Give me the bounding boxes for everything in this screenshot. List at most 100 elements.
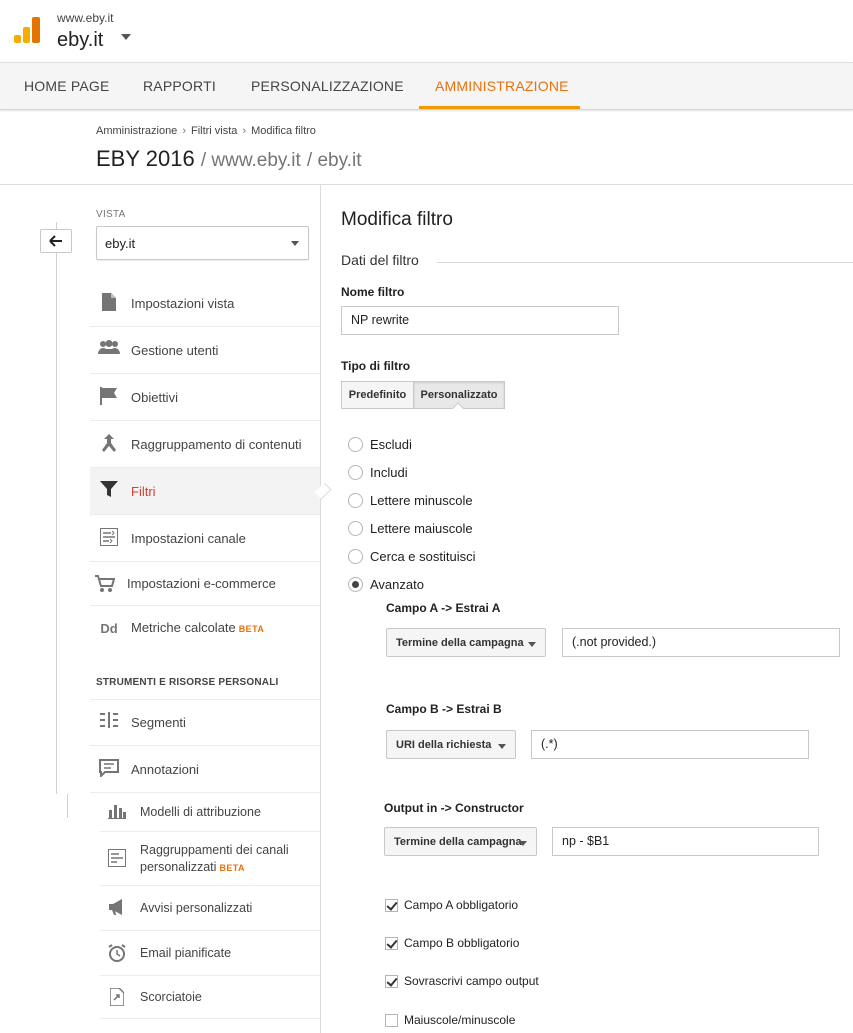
section-heading-tools: STRUMENTI E RISORSE PERSONALI <box>96 677 279 688</box>
sidebar-item-label: Raggruppamento di contenuti <box>131 437 302 452</box>
radio-button[interactable] <box>348 465 363 480</box>
filter-icon <box>98 481 120 501</box>
sidebar-item-raggruppamento-contenuti[interactable]: Raggruppamento di contenuti <box>90 421 320 468</box>
segments-icon <box>98 712 120 732</box>
back-arrow-button[interactable] <box>40 229 72 253</box>
sidebar-divider <box>320 185 321 1033</box>
sidebar-item-impostazioni-ecommerce[interactable]: Impostazioni e-commerce <box>90 562 320 606</box>
radio-button-selected[interactable] <box>348 577 363 592</box>
breadcrumb: Amministrazione › Filtri vista › Modifica fi… <box>96 125 316 137</box>
tab-rapporti[interactable]: RAPPORTI <box>143 63 216 109</box>
top-bar: www.eby.it eby.it <box>0 0 853 62</box>
sidebar-item-label: Impostazioni e-commerce <box>127 576 276 591</box>
radio-button[interactable] <box>348 493 363 508</box>
breadcrumb-filtri-vista[interactable]: Filtri vista <box>191 125 237 137</box>
shortcut-icon <box>107 987 127 1007</box>
chevron-down-icon <box>498 744 506 749</box>
field-b-input[interactable]: (.*) <box>531 730 809 759</box>
page-title: EBY 2016 / www.eby.it / eby.it <box>96 146 361 172</box>
checkbox-checked[interactable] <box>385 975 398 988</box>
checkbox-label: Maiuscole/minuscole <box>404 1013 516 1027</box>
field-b-select-value: URI della richiesta <box>396 739 492 751</box>
output-input[interactable]: np - $B1 <box>552 827 819 856</box>
field-a-input[interactable]: (.not provided.) <box>562 628 840 657</box>
radio-button[interactable] <box>348 521 363 536</box>
checkbox-label: Campo A obbligatorio <box>404 898 519 912</box>
sidebar-item-label: Avvisi personalizzati <box>140 901 253 915</box>
channel-settings-icon <box>98 528 120 548</box>
sidebar-item-modelli-attribuzione[interactable]: Modelli di attribuzione <box>100 793 320 832</box>
field-a-select-value: Termine della campagna <box>396 637 524 649</box>
divider <box>437 262 853 263</box>
users-icon <box>98 340 120 360</box>
filter-name-input[interactable]: NP rewrite <box>341 306 619 335</box>
field-a-label: Campo A -> Estrai A <box>386 601 501 615</box>
page-title-path-view: / eby.it <box>306 150 362 171</box>
sidebar-item-label: Impostazioni canale <box>131 531 246 546</box>
checkbox-checked[interactable] <box>385 899 398 912</box>
account-selector[interactable]: eby.it <box>57 29 103 52</box>
main-nav: HOME PAGE RAPPORTI PERSONALIZZAZIONE AMM… <box>0 62 853 110</box>
tab-home-page[interactable]: HOME PAGE <box>24 63 110 109</box>
sidebar-item-label: Obiettivi <box>131 390 178 405</box>
divider <box>0 184 853 185</box>
radio-label: Cerca e sostituisci <box>370 549 476 564</box>
chevron-down-icon <box>528 642 536 647</box>
checkbox-checked[interactable] <box>385 937 398 950</box>
breadcrumb-separator: › <box>242 125 247 137</box>
sidebar-item-avvisi-personalizzati[interactable]: Avvisi personalizzati <box>100 886 320 931</box>
sidebar-item-obiettivi[interactable]: Obiettivi <box>90 374 320 421</box>
radio-button[interactable] <box>348 437 363 452</box>
sidebar-item-label: Scorciatoie <box>140 990 202 1004</box>
sidebar-item-label: Gestione utenti <box>131 343 219 358</box>
radio-label: Lettere minuscole <box>370 493 473 508</box>
tab-personalizzazione[interactable]: PERSONALIZZAZIONE <box>251 63 404 109</box>
field-a-select[interactable]: Termine della campagna <box>386 628 546 657</box>
page-title-path-property: / www.eby.it <box>200 150 301 171</box>
field-b-label: Campo B -> Estrai B <box>386 702 502 716</box>
sidebar-item-label-line2: personalizzati <box>140 860 217 874</box>
sidebar-item-annotazioni[interactable]: Annotazioni <box>90 746 320 793</box>
cart-icon <box>94 575 116 595</box>
sidebar-item-segmenti[interactable]: Segmenti <box>90 699 320 746</box>
vista-label: VISTA <box>96 209 126 220</box>
sidebar-item-scorciatoie[interactable]: Scorciatoie <box>100 976 320 1019</box>
sidebar-item-impostazioni-vista[interactable]: Impostazioni vista <box>90 280 320 327</box>
document-icon <box>98 293 120 313</box>
filter-name-label: Nome filtro <box>341 285 405 299</box>
sidebar-item-metriche-calcolate[interactable]: Dd Metriche calcolate BETA <box>90 606 320 650</box>
vista-select[interactable]: eby.it <box>96 226 309 260</box>
output-select[interactable]: Termine della campagna <box>384 827 537 856</box>
sidebar-item-raggruppamenti-canali[interactable]: Raggruppamenti dei canali personalizzati B… <box>100 832 320 886</box>
radio-label: Lettere maiuscole <box>370 521 473 536</box>
filter-type-label: Tipo di filtro <box>341 359 411 373</box>
back-arrow-icon <box>49 235 62 247</box>
form-title: Modifica filtro <box>341 209 453 230</box>
beta-badge: BETA <box>219 863 245 873</box>
sidebar-item-filtri[interactable]: Filtri <box>90 468 320 515</box>
sidebar-item-label: Email pianificate <box>140 946 232 960</box>
analytics-logo-icon[interactable] <box>14 17 40 43</box>
radio-label: Escludi <box>370 437 412 452</box>
calculated-metrics-icon: Dd <box>100 621 118 636</box>
output-label: Output in -> Constructor <box>384 801 524 815</box>
timeline-line <box>56 222 57 794</box>
flag-icon <box>98 387 120 407</box>
merge-icon <box>98 434 120 454</box>
sidebar-item-gestione-utenti[interactable]: Gestione utenti <box>90 327 320 374</box>
chevron-down-icon <box>291 241 299 246</box>
sidebar-item-label: Impostazioni vista <box>131 296 235 311</box>
tab-predefinito[interactable]: Predefinito <box>341 381 414 409</box>
radio-label: Includi <box>370 465 408 480</box>
breadcrumb-separator: › <box>182 125 186 137</box>
sidebar-item-email-pianificate[interactable]: Email pianificate <box>100 931 320 976</box>
breadcrumb-amministrazione[interactable]: Amministrazione <box>96 125 177 137</box>
checkbox-unchecked[interactable] <box>385 1014 398 1027</box>
radio-button[interactable] <box>348 549 363 564</box>
annotation-icon <box>98 759 120 779</box>
section-title: Dati del filtro <box>341 252 419 268</box>
field-b-select[interactable]: URI della richiesta <box>386 730 516 759</box>
chevron-down-icon[interactable] <box>121 34 131 40</box>
sidebar-item-impostazioni-canale[interactable]: Impostazioni canale <box>90 515 320 562</box>
tab-amministrazione[interactable]: AMMINISTRAZIONE <box>435 63 569 109</box>
